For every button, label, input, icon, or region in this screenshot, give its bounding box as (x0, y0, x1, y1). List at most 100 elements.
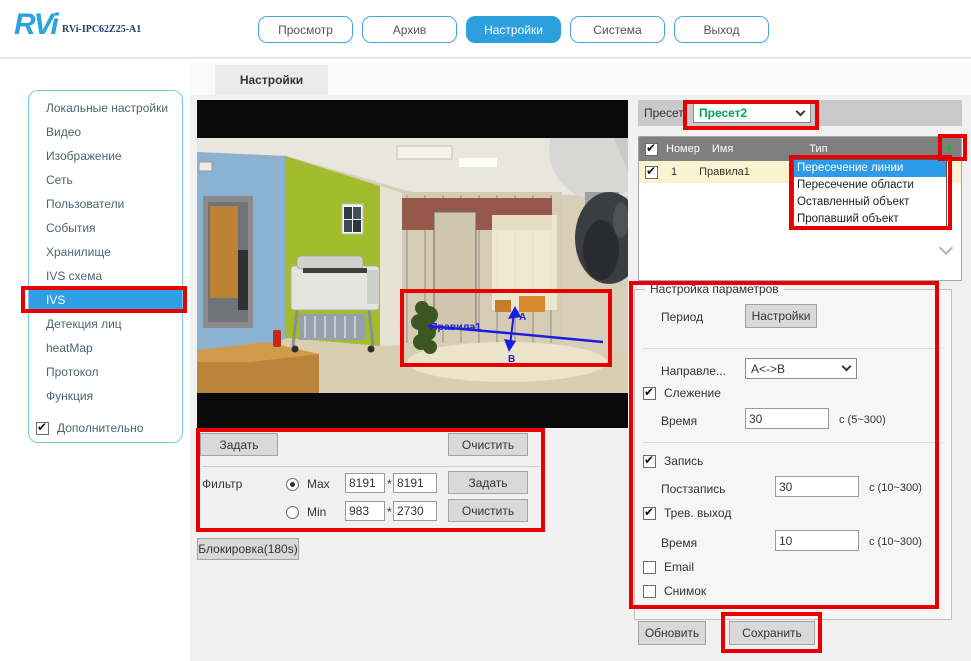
clear-rule-button[interactable]: Очистить (448, 433, 528, 456)
sidebar-item-ivs-scheme[interactable]: IVS схема (29, 264, 182, 288)
filter-clear-button[interactable]: Очистить (448, 499, 528, 522)
rule-number: 1 (671, 166, 677, 178)
sidebar-item-local-settings[interactable]: Локальные настройки (29, 96, 182, 120)
post-record-input[interactable] (775, 476, 859, 497)
add-rule-icon[interactable]: + (944, 139, 954, 159)
video-canvas[interactable]: Правила1 A B (197, 100, 628, 428)
alarm-time-hint: с (10~300) (869, 536, 922, 548)
draw-rule-button[interactable]: Задать (200, 433, 278, 456)
min-width-input[interactable] (345, 501, 385, 521)
sidebar-item-events[interactable]: События (29, 216, 182, 240)
main-nav: Просмотр Архив Настройки Система Выход (258, 16, 769, 43)
filter-max-label: Max (307, 477, 330, 491)
wall-pictures (342, 204, 363, 234)
dimension-separator: * (387, 477, 392, 491)
record-checkbox[interactable] (643, 455, 656, 468)
parameters-legend: Настройка параметров (645, 282, 784, 296)
chevron-down-icon (842, 362, 852, 372)
sidebar-item-face-detection[interactable]: Детекция лиц (29, 312, 182, 336)
sidebar-item-users[interactable]: Пользователи (29, 192, 182, 216)
fire-extinguisher (273, 330, 281, 347)
scroll-down-icon[interactable] (939, 241, 953, 255)
rule-name: Правила1 (699, 166, 750, 178)
preset-label: Пресет (644, 106, 684, 120)
col-name: Имя (712, 143, 733, 155)
alarm-out-checkbox[interactable] (643, 507, 656, 520)
max-width-input[interactable] (345, 473, 385, 493)
tracking-time-hint: с (5~300) (839, 414, 886, 426)
advanced-checkbox[interactable] (36, 422, 49, 435)
nav-settings-button[interactable]: Настройки (466, 16, 561, 43)
chevron-down-icon (796, 107, 806, 117)
post-record-hint: с (10~300) (869, 482, 922, 494)
sidebar-item-heatmap[interactable]: heatMap (29, 336, 182, 360)
advanced-label: Дополнительно (57, 421, 143, 435)
alarm-time-label: Время (661, 536, 697, 550)
filter-min-radio[interactable] (286, 506, 299, 519)
preset-select[interactable]: Пресет2 (693, 103, 811, 123)
sidebar-item-storage[interactable]: Хранилище (29, 240, 182, 264)
header-divider (0, 57, 971, 59)
preset-value: Пресет2 (699, 106, 747, 120)
filter-set-button[interactable]: Задать (448, 471, 528, 494)
type-option-missing-object[interactable]: Пропавший объект (794, 211, 946, 228)
nav-preview-button[interactable]: Просмотр (258, 16, 353, 43)
period-settings-button[interactable]: Настройки (745, 304, 817, 328)
parameters-group: Настройка параметров Период Настройки На… (634, 289, 952, 620)
camera-settings-window: { "colors": { "accent_blue": "#2D9FDE", … (0, 0, 971, 661)
direction-label: Направле... (661, 364, 726, 378)
record-label: Запись (664, 454, 703, 468)
lock-button[interactable]: Блокировка(180s) (197, 538, 299, 560)
direction-select[interactable]: A<->B (745, 358, 857, 379)
tab-settings[interactable]: Настройки (215, 65, 328, 95)
tracking-time-label: Время (661, 414, 697, 428)
save-button[interactable]: Сохранить (729, 621, 815, 645)
rvi-logo: RVi (14, 8, 57, 42)
type-option-line-crossing[interactable]: Пересечение линии (794, 160, 946, 177)
type-option-area-crossing[interactable]: Пересечение области (794, 177, 946, 194)
nav-logout-button[interactable]: Выход (674, 16, 769, 43)
type-option-abandoned-object[interactable]: Оставленный объект (794, 194, 946, 211)
post-record-label: Постзапись (661, 482, 725, 496)
tracking-checkbox[interactable] (643, 387, 656, 400)
divider (643, 442, 943, 443)
filter-max-radio[interactable] (286, 478, 299, 491)
nav-archive-button[interactable]: Архив (362, 16, 457, 43)
settings-sidebar: Локальные настройки Видео Изображение Се… (28, 90, 183, 443)
snapshot-label: Снимок (664, 584, 706, 598)
filter-label: Фильтр (202, 477, 242, 491)
camera-scene (197, 100, 628, 393)
alarm-time-input[interactable] (775, 530, 859, 551)
nav-system-button[interactable]: Система (570, 16, 665, 43)
rules-table-header: Номер Имя Тип + (639, 137, 961, 161)
period-label: Период (661, 310, 703, 324)
select-all-checkbox[interactable] (645, 143, 658, 156)
direction-a-label: A (519, 312, 526, 323)
email-checkbox[interactable] (643, 561, 656, 574)
snapshot-checkbox[interactable] (643, 585, 656, 598)
tab-strip: Настройки (190, 63, 971, 95)
sidebar-item-function[interactable]: Функция (29, 384, 182, 408)
sidebar-item-image[interactable]: Изображение (29, 144, 182, 168)
col-type: Тип (809, 143, 827, 155)
filter-min-label: Min (307, 505, 326, 519)
sidebar-item-network[interactable]: Сеть (29, 168, 182, 192)
divider (643, 348, 943, 349)
refresh-button[interactable]: Обновить (638, 621, 706, 645)
tracking-label: Слежение (664, 386, 721, 400)
min-height-input[interactable] (393, 501, 437, 521)
tracking-time-input[interactable] (745, 408, 829, 429)
alarm-out-label: Трев. выход (664, 506, 731, 520)
direction-b-label: B (508, 354, 515, 365)
email-label: Email (664, 560, 694, 574)
sidebar-item-protocol[interactable]: Протокол (29, 360, 182, 384)
filter-divider (202, 466, 540, 467)
rule-checkbox[interactable] (645, 166, 658, 179)
dimension-separator: * (387, 505, 392, 519)
camera-model-label: RVi-IPC62Z25-A1 (62, 24, 141, 35)
rule-type-dropdown: Пересечение линии Пересечение области Ос… (793, 159, 947, 229)
max-height-input[interactable] (393, 473, 437, 493)
sidebar-item-ivs[interactable]: IVS (29, 288, 182, 312)
rule-name-label: Правила1 (430, 321, 481, 333)
sidebar-item-video[interactable]: Видео (29, 120, 182, 144)
